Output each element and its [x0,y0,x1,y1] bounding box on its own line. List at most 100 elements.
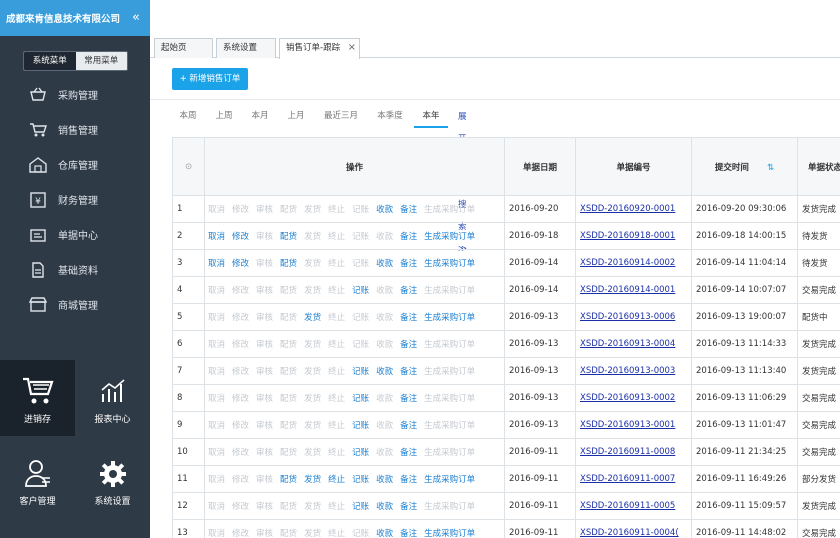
nav-item-warehouse[interactable]: 仓库管理 [0,147,150,182]
note-action[interactable]: 备注 [400,421,417,431]
system-menu-tab[interactable]: 系统菜单 [24,52,76,70]
post-action[interactable]: 记账 [352,367,369,377]
common-menu-tab[interactable]: 常用菜单 [75,52,127,70]
note-action[interactable]: 备注 [400,367,417,377]
note-action[interactable]: 备注 [400,259,417,269]
note-action[interactable]: 备注 [400,475,417,485]
collect-action[interactable]: 收款 [376,259,393,269]
generate-po-action[interactable]: 生成采购订单 [424,313,475,323]
allocate-action[interactable]: 配货 [280,259,297,269]
filter-this-week[interactable]: 本周 [172,106,204,128]
generate-po-action[interactable]: 生成采购订单 [424,475,475,485]
nav-item-sales[interactable]: 销售管理 [0,112,150,147]
generate-po-action[interactable]: 生成采购订单 [424,232,475,242]
allocate-action[interactable]: 配货 [280,232,297,242]
table-row[interactable]: 7 取消 修改 审核 配货 发货 终止 记账 收款 备注 生成采购订单 2016-09-13 XSDD-… [172,357,840,385]
order-code-link[interactable]: XSDD-20160911-0007 [580,474,675,484]
filter-last-three-months[interactable]: 最近三月 [318,106,364,128]
note-action[interactable]: 备注 [400,340,417,350]
filter-last-month[interactable]: 上月 [280,106,312,128]
order-code-link[interactable]: XSDD-20160911-0004( [580,528,679,538]
submit-time: 2016-09-20 09:30:06 [691,195,798,223]
post-action[interactable]: 记账 [352,286,369,296]
sort-icon[interactable]: ⇅ [767,163,774,173]
table-row[interactable]: 2 取消 修改 审核 配货 发货 终止 记账 收款 备注 生成采购订单 2016-09-18 XSDD-… [172,222,840,250]
tab-start-page[interactable]: 起始页 [154,38,213,58]
order-code-link[interactable]: XSDD-20160913-0003 [580,366,675,376]
table-row[interactable]: 6 取消 修改 审核 配货 发货 终止 记账 收款 备注 生成采购订单 2016-09-13 XSDD-… [172,330,840,358]
terminate-action[interactable]: 终止 [328,475,345,485]
order-code-link[interactable]: XSDD-20160913-0004 [580,339,675,349]
collect-action[interactable]: 收款 [376,205,393,215]
close-icon[interactable]: × [348,38,356,57]
generate-po-action[interactable]: 生成采购订单 [424,259,475,269]
note-action[interactable]: 备注 [400,394,417,404]
new-sales-order-button[interactable]: + 新增销售订单 [172,68,248,90]
ship-action[interactable]: 发货 [304,313,321,323]
tab-system-settings[interactable]: 系统设置 [216,38,276,58]
post-action[interactable]: 记账 [352,475,369,485]
tile-report-center[interactable]: 报表中心 [75,360,150,436]
order-code-link[interactable]: XSDD-20160911-0008 [580,447,675,457]
note-action[interactable]: 备注 [400,286,417,296]
nav-item-document-center[interactable]: 单据中心 [0,217,150,252]
post-action[interactable]: 记账 [352,502,369,512]
allocate-action[interactable]: 配货 [280,475,297,485]
table-row[interactable]: 10 取消 修改 审核 配货 发货 终止 记账 收款 备注 生成采购订单 2016-09-11 XSDD… [172,438,840,466]
note-action[interactable]: 备注 [400,232,417,242]
cancel-action[interactable]: 取消 [208,259,225,269]
order-code-link[interactable]: XSDD-20160913-0006 [580,312,675,322]
table-row[interactable]: 5 取消 修改 审核 配货 发货 终止 记账 收款 备注 生成采购订单 2016-09-13 XSDD-… [172,303,840,331]
tile-customer[interactable]: 客户管理 [0,442,75,518]
table-row[interactable]: 3 取消 修改 审核 配货 发货 终止 记账 收款 备注 生成采购订单 2016-09-14 XSDD-… [172,249,840,277]
select-all-icon[interactable]: ⊙ [172,137,205,196]
order-code-link[interactable]: XSDD-20160918-0001 [580,231,675,241]
edit-action[interactable]: 修改 [232,259,249,269]
filter-this-year[interactable]: 本年 [414,106,448,128]
table-row[interactable]: 11 取消 修改 审核 配货 发货 终止 记账 收款 备注 生成采购订单 2016-09-11 XSDD… [172,465,840,493]
table-row[interactable]: 12 取消 修改 审核 配货 发货 终止 记账 收款 备注 生成采购订单 2016-09-11 XSDD… [172,492,840,520]
note-action[interactable]: 备注 [400,502,417,512]
collect-action[interactable]: 收款 [376,529,393,538]
post-action[interactable]: 记账 [352,448,369,458]
order-code-link[interactable]: XSDD-20160911-0005 [580,501,675,511]
tab-sales-order-tracking[interactable]: 销售订单-跟踪 × [279,38,360,59]
note-action[interactable]: 备注 [400,529,417,538]
filter-this-month[interactable]: 本月 [244,106,276,128]
nav-item-store[interactable]: 商城管理 [0,287,150,322]
table-row[interactable]: 4 取消 修改 审核 配货 发货 终止 记账 收款 备注 生成采购订单 2016-09-14 XSDD-… [172,276,840,304]
submit-time: 2016-09-14 11:04:14 [691,249,798,277]
cancel-action[interactable]: 取消 [208,232,225,242]
table-row[interactable]: 13 取消 修改 审核 配货 发货 终止 记账 收款 备注 生成采购订单 2016-09-11 XSDD… [172,519,840,538]
tab-bar: 起始页 系统设置 销售订单-跟踪 × [150,36,840,59]
collapse-sidebar-icon[interactable]: « [132,10,140,25]
collect-action[interactable]: 收款 [376,367,393,377]
document-center-icon [28,226,48,244]
order-code-link[interactable]: XSDD-20160914-0001 [580,285,675,295]
filter-this-quarter[interactable]: 本季度 [370,106,410,128]
order-code-link[interactable]: XSDD-20160913-0002 [580,393,675,403]
edit-action[interactable]: 修改 [232,232,249,242]
nav-item-finance[interactable]: ¥ 财务管理 [0,182,150,217]
ship-action[interactable]: 发货 [304,475,321,485]
collect-action[interactable]: 收款 [376,475,393,485]
note-action[interactable]: 备注 [400,205,417,215]
tile-system-settings[interactable]: 系统设置 [75,442,150,518]
collect-action[interactable]: 收款 [376,502,393,512]
tile-inventory[interactable]: 进销存 [0,360,75,436]
order-code-link[interactable]: XSDD-20160913-0001 [580,420,675,430]
post-action[interactable]: 记账 [352,394,369,404]
note-action[interactable]: 备注 [400,448,417,458]
table-row[interactable]: 9 取消 修改 审核 配货 发货 终止 记账 收款 备注 生成采购订单 2016-09-13 XSDD-… [172,411,840,439]
generate-po-action[interactable]: 生成采购订单 [424,529,475,538]
filter-last-week[interactable]: 上周 [208,106,240,128]
table-row[interactable]: 8 取消 修改 审核 配货 发货 终止 记账 收款 备注 生成采购订单 2016-09-13 XSDD-… [172,384,840,412]
table-row[interactable]: 1 取消 修改 审核 配货 发货 终止 记账 收款 备注 生成采购订单 2016-09-20 XSDD-… [172,195,840,223]
nav-item-purchase[interactable]: 采购管理 [0,77,150,112]
note-action[interactable]: 备注 [400,313,417,323]
nav-item-basic-data[interactable]: 基础资料 [0,252,150,287]
order-code-link[interactable]: XSDD-20160920-0001 [580,204,675,214]
header-submit-time[interactable]: 提交时间 ⇅ [691,137,798,196]
order-code-link[interactable]: XSDD-20160914-0002 [580,258,675,268]
post-action[interactable]: 记账 [352,421,369,431]
